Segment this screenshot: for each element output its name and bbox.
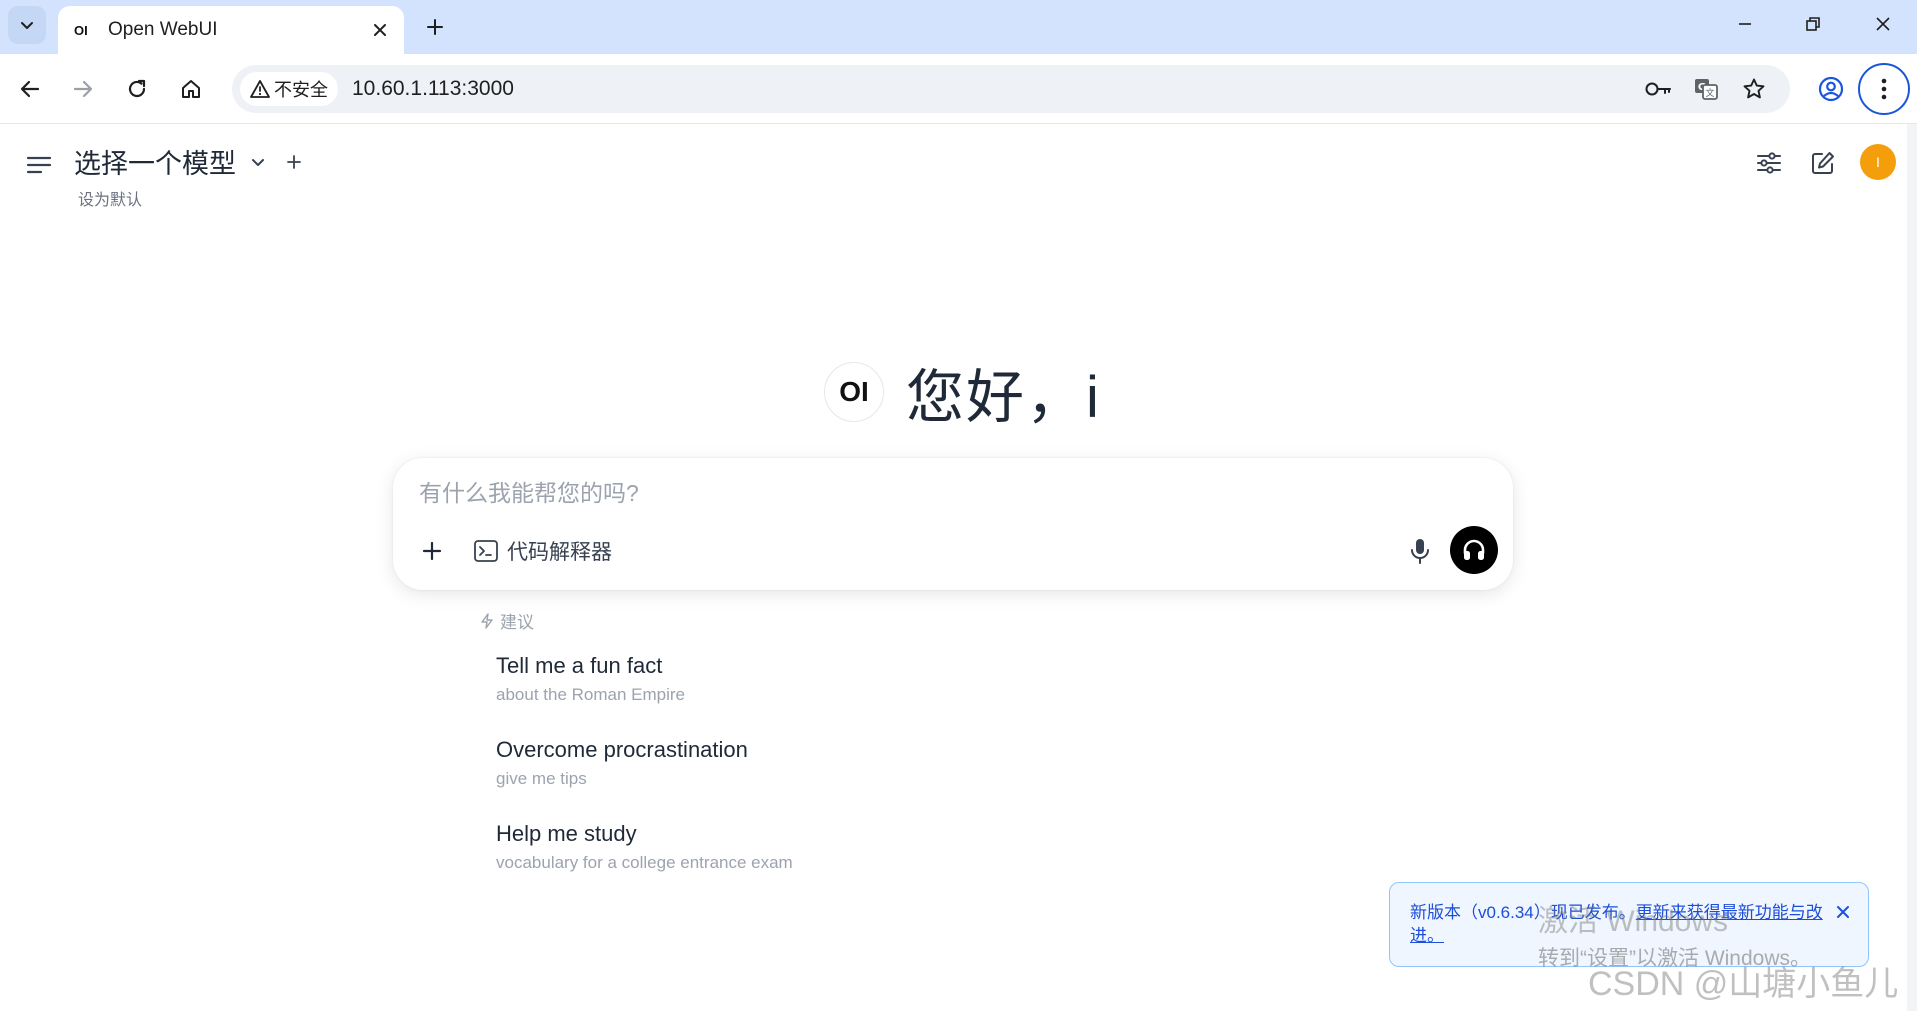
warning-triangle-icon: [250, 80, 270, 98]
restore-icon: [1806, 17, 1820, 31]
suggestions-header: 建议: [480, 608, 534, 633]
close-icon: [1876, 17, 1890, 31]
sliders-icon: [1757, 152, 1781, 174]
user-avatar[interactable]: I: [1860, 144, 1896, 180]
plus-icon: [422, 541, 442, 561]
forward-button[interactable]: [64, 70, 102, 108]
set-default-link[interactable]: 设为默认: [78, 186, 142, 210]
chat-controls-button[interactable]: [1752, 146, 1786, 180]
browser-tab-strip: OI Open WebUI: [0, 0, 1917, 54]
arrow-right-icon: [73, 80, 93, 98]
microphone-icon: [1411, 539, 1429, 564]
address-bar[interactable]: 不安全 10.60.1.113:3000 G文: [232, 65, 1790, 113]
suggestion-item[interactable]: Tell me a fun fact about the Roman Empir…: [496, 653, 916, 705]
reload-button[interactable]: [118, 70, 156, 108]
translate-button[interactable]: G文: [1692, 75, 1720, 103]
back-button[interactable]: [11, 70, 49, 108]
suggestion-subtitle: vocabulary for a college entrance exam: [496, 853, 793, 872]
openwebui-logo: OI: [824, 362, 884, 422]
close-window-button[interactable]: [1849, 0, 1917, 48]
tab-favicon: OI: [74, 22, 88, 38]
app-header: 选择一个模型 设为默认 I: [0, 124, 1907, 224]
profile-button[interactable]: [1814, 72, 1848, 106]
key-icon: [1645, 82, 1671, 96]
minimize-icon: [1739, 23, 1751, 25]
suggestion-title: Help me study: [496, 821, 637, 846]
plus-icon: [427, 19, 443, 35]
headphones-icon: [1463, 539, 1485, 560]
chevron-down-icon: [248, 152, 268, 172]
suggestion-item[interactable]: Help me study vocabulary for a college e…: [496, 821, 916, 873]
dictate-button[interactable]: [1403, 534, 1437, 568]
code-interpreter-label: 代码解释器: [507, 541, 612, 564]
browser-menu-button[interactable]: [1858, 63, 1910, 115]
close-icon: [1837, 906, 1849, 918]
model-selector[interactable]: 选择一个模型: [74, 142, 268, 181]
svg-text:文: 文: [1705, 87, 1714, 99]
browser-toolbar: 不安全 10.60.1.113:3000 G文: [0, 54, 1917, 124]
menu-lines-icon: [26, 156, 52, 174]
security-label: 不安全: [274, 80, 328, 100]
suggestion-subtitle: give me tips: [496, 769, 587, 788]
more-vertical-icon: [1881, 78, 1887, 100]
terminal-icon: [474, 540, 498, 562]
suggestion-subtitle: about the Roman Empire: [496, 685, 685, 704]
suggestion-title: Overcome procrastination: [496, 737, 748, 762]
new-chat-button[interactable]: [1806, 146, 1840, 180]
url-text[interactable]: 10.60.1.113:3000: [352, 77, 514, 101]
password-button[interactable]: [1644, 75, 1672, 103]
restore-button[interactable]: [1779, 0, 1847, 48]
minimize-button[interactable]: [1711, 0, 1779, 48]
edit-icon: [1812, 152, 1834, 174]
suggestion-item[interactable]: Overcome procrastination give me tips: [496, 737, 916, 789]
chevron-down-icon: [21, 22, 33, 29]
code-interpreter-toggle[interactable]: 代码解释器: [467, 534, 618, 568]
plus-icon: [287, 155, 301, 169]
browser-tab-active[interactable]: OI Open WebUI: [58, 6, 404, 54]
message-input[interactable]: [419, 480, 1419, 507]
close-icon: [374, 24, 386, 36]
home-button[interactable]: [172, 70, 210, 108]
attach-button[interactable]: [415, 534, 449, 568]
add-model-button[interactable]: [282, 150, 306, 174]
close-tab-button[interactable]: [368, 18, 392, 42]
bolt-icon: [481, 612, 493, 629]
greeting-text: 您好，i: [906, 365, 1101, 430]
sidebar-toggle-button[interactable]: [22, 148, 56, 182]
update-toast: 新版本（v0.6.34）现已发布。更新来获得最新功能与改进。: [1389, 882, 1869, 967]
translate-icon: G文: [1695, 79, 1718, 100]
model-selector-label: 选择一个模型: [74, 149, 236, 179]
suggestions-header-label: 建议: [500, 613, 534, 632]
message-composer: 代码解释器: [393, 458, 1513, 590]
update-toast-message: 新版本（v0.6.34）现已发布。更新来获得最新功能与改进。: [1410, 901, 1830, 947]
bookmark-button[interactable]: [1740, 75, 1768, 103]
voice-mode-button[interactable]: [1450, 526, 1498, 574]
suggestion-title: Tell me a fun fact: [496, 653, 663, 678]
update-version-text: 新版本（v0.6.34）现已发布。: [1410, 903, 1636, 922]
new-tab-button[interactable]: [418, 10, 452, 44]
arrow-left-icon: [20, 80, 40, 98]
tab-list-button[interactable]: [8, 6, 46, 44]
dismiss-toast-button[interactable]: [1832, 901, 1854, 923]
reload-icon: [128, 79, 146, 98]
star-icon: [1743, 78, 1765, 99]
home-icon: [182, 80, 200, 98]
tab-title: Open WebUI: [108, 19, 218, 40]
greeting: OI 您好，i: [824, 350, 1101, 434]
security-indicator[interactable]: 不安全: [240, 72, 338, 106]
profile-icon: [1818, 76, 1844, 102]
page-scrollbar[interactable]: [1907, 124, 1917, 1011]
